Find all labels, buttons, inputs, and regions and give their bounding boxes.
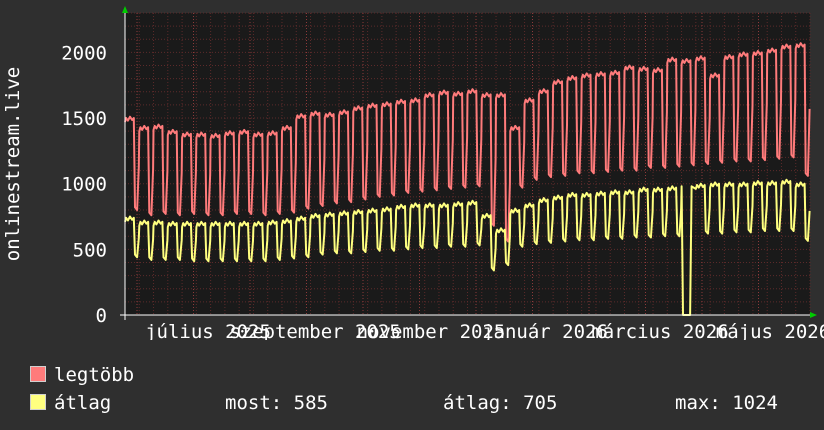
y-tick-label: 1000	[61, 174, 107, 196]
y-tick-label: 1500	[61, 108, 107, 130]
stat-max: max: 1024	[675, 392, 778, 414]
stat-most: most: 585	[225, 392, 328, 414]
legend-item-atlag: átlag	[30, 392, 111, 414]
y-tick-label: 500	[73, 239, 107, 261]
legend-swatch-legtobb	[30, 365, 46, 382]
legend-label-legtobb: legtöbb	[54, 364, 135, 386]
x-tick-label: január 2026	[482, 321, 608, 340]
y-axis-arrow	[122, 6, 128, 13]
y-tick-label: 2000	[61, 42, 107, 64]
legend-item-legtobb: legtöbb	[30, 364, 134, 386]
line-chart: 0 500 1000 1500 2000 július 2025szeptember 2…	[2, 6, 824, 340]
stat-atlag: átlag: 705	[443, 392, 558, 414]
y-axis-tick-labels: 0 500 1000 1500 2000	[61, 42, 107, 327]
legend-swatch-atlag	[30, 393, 46, 410]
legend-label-atlag: átlag	[54, 392, 112, 414]
x-tick-label: március 2026	[591, 321, 728, 340]
y-tick-label: 0	[96, 305, 107, 327]
y-axis-label: onlinestream.live	[2, 67, 24, 261]
x-axis-tick-labels: július 2025szeptember 2025november 2025j…	[145, 321, 824, 340]
x-tick-label: május 2026	[716, 321, 824, 340]
x-axis-arrow	[810, 312, 817, 318]
